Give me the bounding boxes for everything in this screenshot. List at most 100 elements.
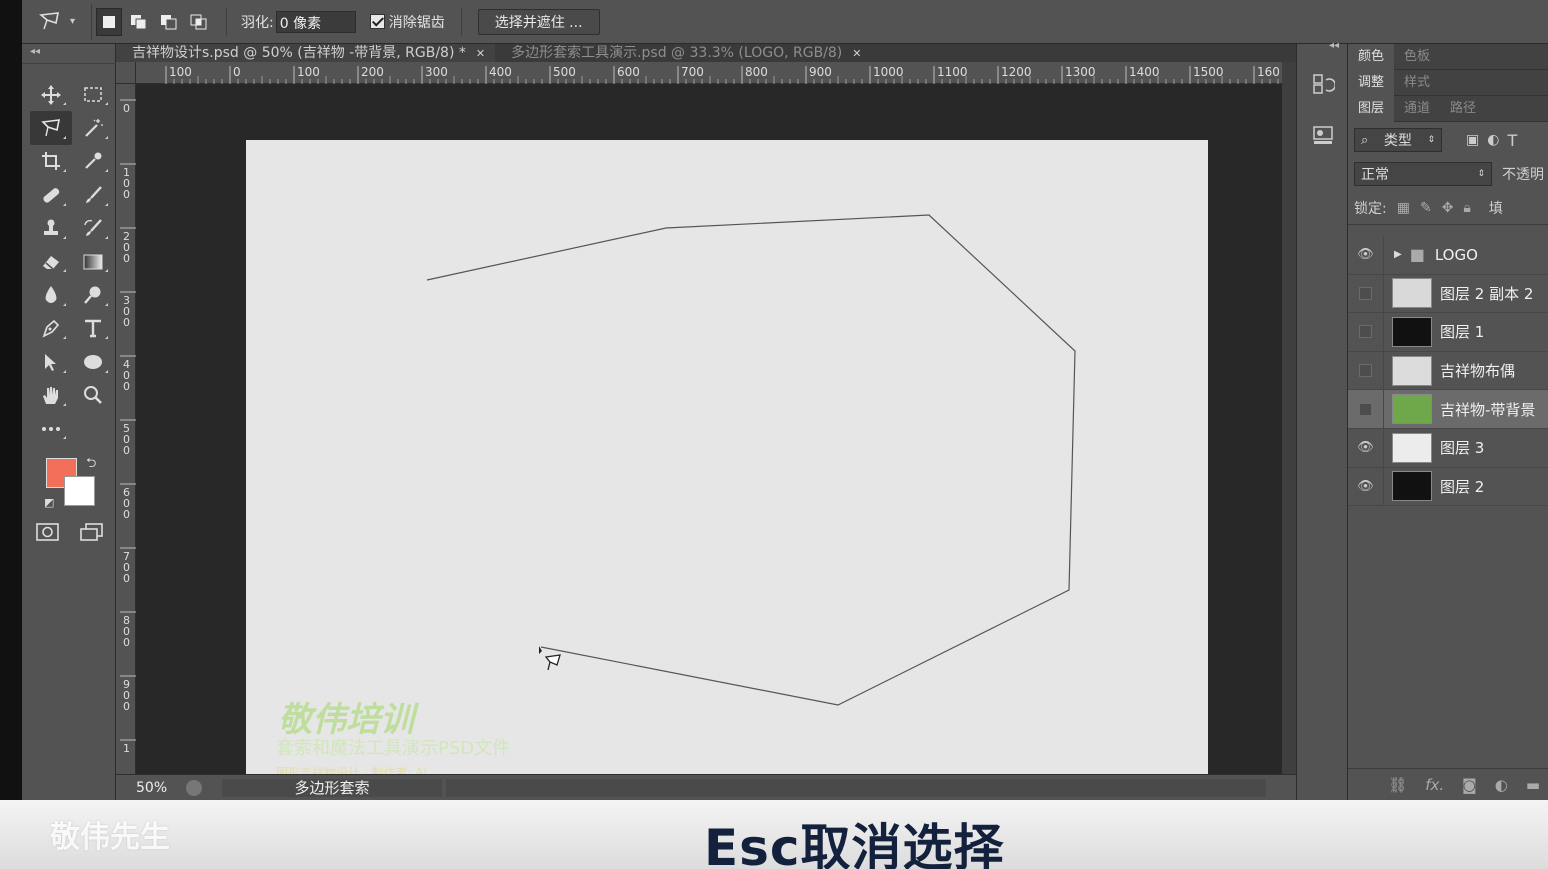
history-brush-tool[interactable] (72, 212, 114, 245)
magic-wand-tool[interactable] (72, 111, 114, 144)
clone-stamp-tool[interactable] (30, 212, 72, 245)
type-icon (85, 320, 101, 338)
layer-row[interactable]: 图层 1 (1348, 312, 1548, 352)
eraser-tool[interactable] (30, 245, 72, 278)
background-color[interactable] (64, 476, 95, 506)
adjustment-panel-tabs: 调整 样式 (1348, 69, 1548, 96)
lock-image-icon[interactable]: ✎ (1420, 200, 1432, 216)
eraser-icon (43, 255, 59, 270)
layer-visibility-toggle[interactable] (1348, 390, 1384, 429)
properties-panel-button[interactable] (1307, 120, 1339, 148)
move-tool[interactable] (30, 78, 72, 111)
collapse-icon[interactable]: ◂◂ (1329, 40, 1339, 51)
quick-mask-icon[interactable] (36, 522, 60, 542)
healing-brush-tool[interactable] (30, 178, 72, 211)
tab-document-2[interactable]: 多边形套索工具演示.psd @ 33.3% (LOGO, RGB/8) ✕ (495, 44, 871, 62)
pen-tool[interactable] (30, 312, 72, 345)
layer-visibility-toggle[interactable] (1348, 274, 1384, 313)
eyedropper-tool[interactable] (72, 145, 114, 178)
marquee-tool[interactable] (72, 78, 114, 111)
new-adjustment-icon[interactable]: ◐ (1495, 776, 1508, 794)
subtract-selection-button[interactable] (156, 8, 182, 36)
lock-position-icon[interactable]: ✥ (1442, 200, 1454, 216)
tab-paths[interactable]: 路径 (1440, 96, 1486, 122)
horizontal-ruler[interactable]: 100 0 100 200 300 400 500 600 700 800 900 1000 1100 1… (136, 62, 1311, 84)
horizontal-scrollbar[interactable] (446, 779, 1266, 797)
layer-row[interactable]: 图层 2 副本 2 (1348, 274, 1548, 314)
intersect-selection-button[interactable] (186, 8, 212, 36)
swap-colors-icon[interactable]: ⮌ (86, 454, 96, 476)
tab-swatches[interactable]: 色板 (1394, 44, 1440, 70)
tab-document-1[interactable]: 吉祥物设计s.psd @ 50% (吉祥物 -带背景, RGB/8) * ✕ (116, 44, 496, 62)
blend-row: 正常 ⇕ 不透明 (1348, 157, 1548, 191)
layer-visibility-toggle[interactable]: 👁︎ (1348, 428, 1384, 467)
lock-all-icon[interactable]: 🔒︎ (1463, 200, 1470, 216)
hand-tool[interactable] (30, 379, 72, 412)
select-and-mask-button[interactable]: 选择并遮住 ... (477, 8, 600, 35)
brush-tool[interactable] (72, 178, 114, 211)
history-panel-button[interactable] (1307, 70, 1339, 98)
dodge-tool[interactable] (72, 278, 114, 311)
layer-row[interactable]: 👁︎ 图层 3 (1348, 428, 1548, 468)
gradient-tool[interactable] (72, 245, 114, 278)
close-icon[interactable]: ✕ (476, 45, 485, 62)
layer-visibility-toggle[interactable] (1348, 351, 1384, 390)
layer-visibility-toggle[interactable]: 👁︎ (1348, 467, 1384, 506)
lock-transparent-icon[interactable]: ▦ (1397, 200, 1410, 216)
tab-channels[interactable]: 通道 (1394, 96, 1440, 122)
zoom-level[interactable]: 50% (116, 780, 186, 796)
polygonal-lasso-icon (39, 11, 59, 29)
new-group-icon[interactable]: ▬ (1526, 776, 1540, 794)
ruler-origin[interactable] (116, 62, 136, 84)
add-mask-icon[interactable]: ◙ (1462, 776, 1477, 794)
polygonal-lasso-tool[interactable] (30, 111, 72, 145)
ruler-tick-label: 0 (123, 102, 130, 115)
default-colors-icon[interactable]: ◩ (44, 496, 54, 509)
layer-row[interactable]: 👁︎ 图层 2 (1348, 467, 1548, 507)
layer-row[interactable]: 吉祥物-带背景 (1348, 390, 1548, 429)
layer-visibility-toggle[interactable]: 👁︎ (1348, 235, 1384, 274)
fx-icon[interactable]: fx. (1425, 776, 1444, 794)
history-icon (1313, 74, 1335, 94)
expand-group-icon[interactable]: ▶ (1394, 249, 1402, 260)
screen-mode-icon[interactable] (80, 522, 104, 542)
zoom-tool[interactable] (72, 379, 114, 412)
tab-layers[interactable]: 图层 (1348, 95, 1395, 122)
canvas-pasteboard[interactable]: 敬伟培训 套索和魔法工具演示PSD文件 图形吉祥物设计 · 制作者: AI (136, 84, 1282, 797)
magic-wand-icon (85, 119, 103, 137)
mode-buttons (36, 522, 104, 542)
type-filter-icon[interactable]: T (1507, 131, 1517, 150)
collapse-icon[interactable]: ◂◂ (30, 46, 40, 57)
close-icon[interactable]: ✕ (852, 45, 861, 62)
ellipse-tool[interactable] (72, 345, 114, 378)
left-edge-strip (0, 0, 22, 869)
crop-tool[interactable] (30, 145, 72, 178)
add-selection-button[interactable] (126, 8, 152, 36)
new-selection-button[interactable] (96, 7, 122, 36)
image-filter-icon[interactable]: ▣ (1466, 132, 1479, 148)
type-tool[interactable] (72, 312, 114, 345)
adjustment-filter-icon[interactable]: ◐ (1487, 132, 1499, 148)
eye-icon: 👁︎ (1357, 478, 1374, 494)
layer-row[interactable]: 👁︎ ▶ ■ LOGO (1348, 235, 1548, 275)
layer-filter-dropdown[interactable]: ⌕ 类型 ⇕ (1354, 128, 1442, 152)
feather-input[interactable]: 0 像素 (275, 10, 356, 33)
panel-grip[interactable] (22, 58, 116, 64)
layer-visibility-toggle[interactable] (1348, 312, 1384, 351)
vertical-ruler[interactable]: 0 100 200 300 400 500 600 700 800 900 1 (116, 84, 136, 774)
antialias-checkbox[interactable] (369, 14, 385, 29)
vertical-scrollbar[interactable] (1282, 62, 1296, 792)
blend-mode-dropdown[interactable]: 正常 ⇕ (1354, 162, 1492, 186)
doc-info-icon[interactable] (186, 779, 202, 796)
document-canvas[interactable]: 敬伟培训 套索和魔法工具演示PSD文件 图形吉祥物设计 · 制作者: AI (246, 140, 1208, 797)
tab-styles[interactable]: 样式 (1394, 70, 1440, 96)
link-layers-icon[interactable]: ⛓︎ (1388, 776, 1407, 794)
tab-color[interactable]: 颜色 (1348, 43, 1395, 70)
ruler-tick-label: 1 (123, 742, 130, 755)
tool-preset-picker[interactable]: ▾ (22, 3, 92, 40)
blur-tool[interactable] (30, 278, 72, 311)
layer-row[interactable]: 吉祥物布偶 (1348, 351, 1548, 391)
path-selection-tool[interactable] (30, 345, 72, 378)
more-tools[interactable] (30, 412, 72, 445)
tab-adjustments[interactable]: 调整 (1348, 69, 1395, 96)
